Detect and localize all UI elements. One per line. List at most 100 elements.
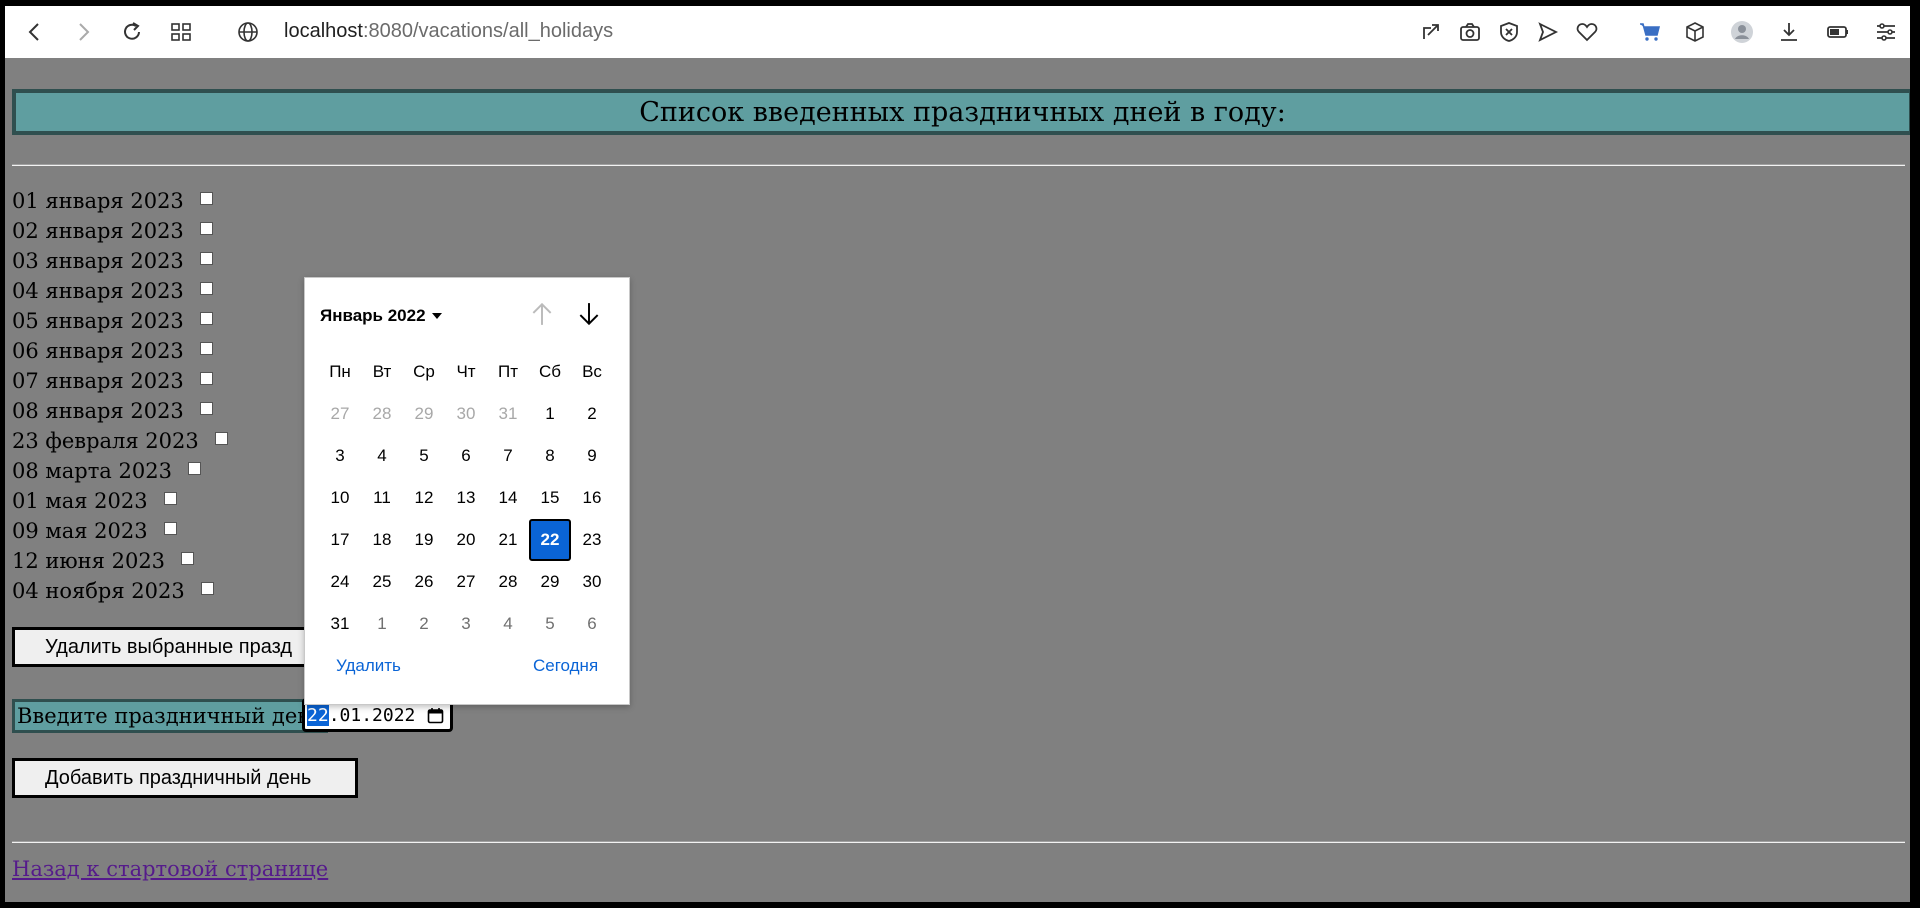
chevron-down-icon	[431, 313, 442, 319]
holiday-checkbox[interactable]	[214, 431, 228, 445]
day-cell[interactable]: 7	[487, 435, 529, 477]
shield-block-icon[interactable]	[1493, 16, 1525, 48]
forward-icon[interactable]	[67, 16, 99, 48]
holiday-checkbox[interactable]	[200, 581, 214, 595]
day-cell[interactable]: 23	[571, 519, 613, 561]
next-month-button[interactable]	[573, 298, 605, 330]
day-cell[interactable]: 17	[319, 519, 361, 561]
cart-icon[interactable]	[1634, 16, 1666, 48]
day-cell[interactable]: 19	[403, 519, 445, 561]
holiday-checkbox[interactable]	[199, 341, 213, 355]
day-cell[interactable]: 8	[529, 435, 571, 477]
day-cell[interactable]: 12	[403, 477, 445, 519]
back-icon[interactable]	[19, 16, 51, 48]
settings-sliders-icon[interactable]	[1870, 16, 1902, 48]
day-cell[interactable]: 1	[529, 393, 571, 435]
holiday-checkbox[interactable]	[163, 491, 177, 505]
holiday-date: 05 января 2023	[12, 309, 184, 333]
day-cell[interactable]: 1	[361, 603, 403, 645]
holiday-checkbox[interactable]	[163, 521, 177, 535]
page-title: Список введенных праздничных дней в году…	[12, 89, 1910, 135]
add-holiday-button[interactable]: Добавить праздничный день	[12, 758, 358, 798]
holiday-checkbox[interactable]	[181, 551, 195, 565]
date-day-segment[interactable]: 22	[307, 704, 329, 726]
date-rest-segment[interactable]: .01.2022	[329, 705, 416, 726]
day-cell[interactable]: 31	[319, 603, 361, 645]
day-cell[interactable]: 6	[571, 603, 613, 645]
day-cell[interactable]: 24	[319, 561, 361, 603]
day-cell[interactable]: 3	[445, 603, 487, 645]
holiday-checkbox[interactable]	[199, 371, 213, 385]
download-icon[interactable]	[1773, 16, 1805, 48]
heart-icon[interactable]	[1571, 16, 1603, 48]
day-cell[interactable]: 14	[487, 477, 529, 519]
day-cell[interactable]: 29	[529, 561, 571, 603]
day-cell[interactable]: 16	[571, 477, 613, 519]
day-cell[interactable]: 10	[319, 477, 361, 519]
day-cell[interactable]: 27	[445, 561, 487, 603]
day-cell[interactable]: 25	[361, 561, 403, 603]
cube-icon[interactable]	[1679, 16, 1711, 48]
day-cell[interactable]: 4	[487, 603, 529, 645]
weekday-label: Пт	[497, 362, 518, 381]
camera-icon[interactable]	[1454, 16, 1486, 48]
back-to-start-link[interactable]: Назад к стартовой странице	[12, 857, 328, 881]
holiday-checkbox[interactable]	[199, 281, 213, 295]
day-cell[interactable]: 26	[403, 561, 445, 603]
weekday-label: Вс	[582, 362, 602, 381]
selected-day-cell[interactable]: 22	[529, 519, 571, 561]
day-cell[interactable]: 28	[361, 393, 403, 435]
list-item: 06 января 2023	[12, 336, 228, 366]
week-row: 31 1 2 3 4 5 6	[319, 603, 613, 645]
day-cell[interactable]: 31	[487, 393, 529, 435]
browser-window: localhost:8080/vacations/all_holidays Сп…	[5, 6, 1910, 902]
day-cell[interactable]: 11	[361, 477, 403, 519]
list-item: 01 мая 2023	[12, 486, 228, 516]
reload-icon[interactable]	[116, 16, 148, 48]
holiday-checkbox[interactable]	[199, 221, 213, 235]
day-cell[interactable]: 4	[361, 435, 403, 477]
day-cell[interactable]: 28	[487, 561, 529, 603]
holiday-date: 04 ноября 2023	[12, 579, 185, 603]
holiday-date: 08 марта 2023	[12, 459, 172, 483]
holiday-checkbox[interactable]	[187, 461, 201, 475]
day-cell[interactable]: 29	[403, 393, 445, 435]
share-icon[interactable]	[1415, 16, 1447, 48]
week-row: 17 18 19 20 21 22 23	[319, 519, 613, 561]
day-cell[interactable]: 9	[571, 435, 613, 477]
avatar-icon[interactable]	[1726, 16, 1758, 48]
holiday-checkbox[interactable]	[199, 191, 213, 205]
day-cell[interactable]: 20	[445, 519, 487, 561]
day-cell[interactable]: 2	[403, 603, 445, 645]
address-bar[interactable]: localhost:8080/vacations/all_holidays	[284, 20, 613, 43]
day-cell[interactable]: 15	[529, 477, 571, 519]
day-cell[interactable]: 3	[319, 435, 361, 477]
weekday-label: Вт	[372, 362, 392, 381]
day-cell[interactable]: 6	[445, 435, 487, 477]
day-cell[interactable]: 5	[403, 435, 445, 477]
day-cell[interactable]: 5	[529, 603, 571, 645]
day-cell[interactable]: 30	[571, 561, 613, 603]
day-cell[interactable]: 21	[487, 519, 529, 561]
day-cell[interactable]: 30	[445, 393, 487, 435]
month-year-select[interactable]: Январь 2022	[320, 306, 442, 326]
day-cell[interactable]: 18	[361, 519, 403, 561]
tabs-grid-icon[interactable]	[165, 16, 197, 48]
previous-month-button[interactable]	[526, 298, 558, 330]
send-icon[interactable]	[1532, 16, 1564, 48]
day-cell[interactable]: 27	[319, 393, 361, 435]
day-cell[interactable]: 2	[571, 393, 613, 435]
weekday-label: Пн	[329, 362, 351, 381]
battery-icon[interactable]	[1822, 16, 1854, 48]
list-item: 03 января 2023	[12, 246, 228, 276]
date-label: Введите праздничный день	[12, 699, 328, 733]
holiday-checkbox[interactable]	[199, 311, 213, 325]
today-button[interactable]: Сегодня	[533, 656, 598, 676]
clear-date-button[interactable]: Удалить	[336, 656, 401, 676]
calendar-icon[interactable]	[427, 707, 444, 724]
globe-icon[interactable]	[232, 16, 264, 48]
holiday-checkbox[interactable]	[199, 251, 213, 265]
day-cell[interactable]: 13	[445, 477, 487, 519]
holiday-checkbox[interactable]	[199, 401, 213, 415]
list-item: 08 января 2023	[12, 396, 228, 426]
